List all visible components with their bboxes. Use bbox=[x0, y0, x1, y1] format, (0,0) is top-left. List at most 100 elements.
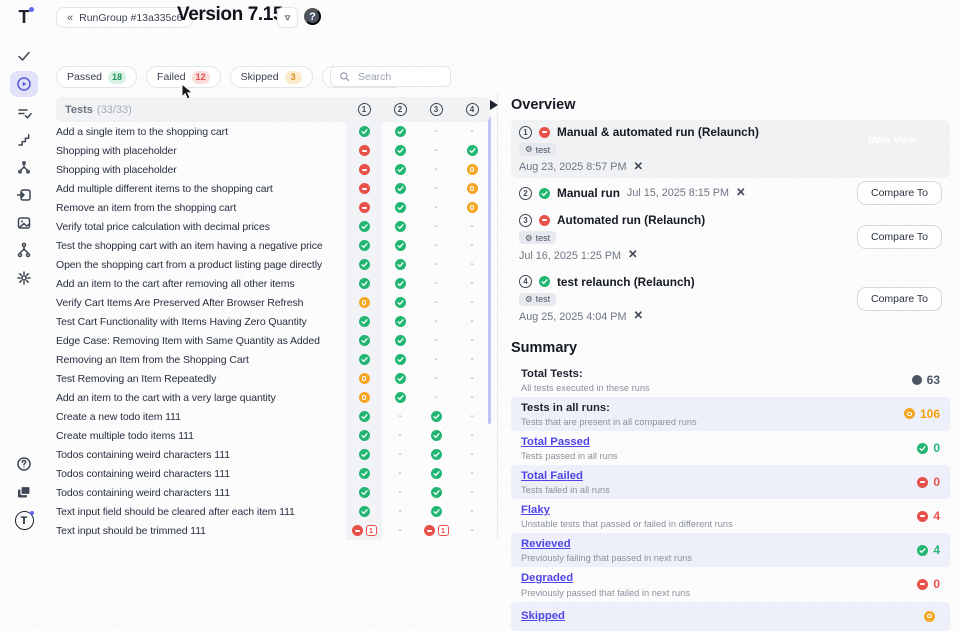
compare-to-button[interactable]: Compare To bbox=[857, 181, 942, 205]
column-header-run-2[interactable]: 2 bbox=[382, 103, 418, 116]
filter-button[interactable] bbox=[277, 7, 298, 28]
compare-to-button[interactable]: Compare To bbox=[857, 287, 942, 311]
close-run-icon[interactable]: ✕ bbox=[628, 250, 638, 262]
test-status-cell bbox=[382, 392, 418, 403]
status-failed-icon bbox=[917, 477, 928, 488]
test-status-cell bbox=[382, 335, 418, 346]
close-run-icon[interactable]: ✕ bbox=[736, 188, 746, 200]
summary-row-text: Tests in all runs:Tests that are present… bbox=[521, 401, 697, 427]
test-row[interactable]: Remove an item from the shopping cart- bbox=[56, 198, 490, 217]
test-row[interactable]: Todos containing weird characters 111-- bbox=[56, 483, 490, 502]
test-row[interactable]: Create multiple todo items 111-- bbox=[56, 426, 490, 445]
test-name: Todos containing weird characters 111 bbox=[56, 468, 346, 480]
run-number-badge: 1 bbox=[519, 126, 532, 139]
test-row[interactable]: Test Removing an Item Repeatedly-- bbox=[56, 369, 490, 388]
summary-link[interactable]: Total Passed bbox=[521, 435, 618, 449]
summary-link[interactable]: Degraded bbox=[521, 571, 690, 585]
close-run-icon[interactable]: ✕ bbox=[633, 162, 643, 174]
sidebar-item-image[interactable] bbox=[10, 211, 38, 235]
sidebar-item-help[interactable] bbox=[10, 452, 38, 476]
run-item[interactable]: 4test relaunch (Relaunch)⚙testAug 25, 20… bbox=[511, 270, 950, 328]
test-row[interactable]: Add a single item to the shopping cart-- bbox=[56, 122, 490, 141]
test-row[interactable]: Add multiple different items to the shop… bbox=[56, 179, 490, 198]
test-status-cell: - bbox=[454, 298, 490, 308]
test-row[interactable]: Removing an Item from the Shopping Cart-… bbox=[56, 350, 490, 369]
summary-link[interactable]: Revieved bbox=[521, 537, 692, 551]
test-status-cell bbox=[346, 259, 382, 270]
run-tag: ⚙test bbox=[519, 143, 556, 156]
status-none-dash: - bbox=[398, 412, 401, 422]
sidebar-item-runs[interactable] bbox=[10, 71, 38, 97]
filter-chip-failed[interactable]: Failed12 bbox=[146, 66, 221, 88]
filter-chip-label: Passed bbox=[67, 71, 102, 83]
close-run-icon[interactable]: ✕ bbox=[633, 311, 643, 323]
summary-link[interactable]: Skipped bbox=[521, 609, 565, 623]
filter-chip-skipped[interactable]: Skipped3 bbox=[230, 66, 313, 88]
sidebar-item-branch[interactable] bbox=[10, 238, 38, 262]
search-input[interactable] bbox=[356, 70, 436, 84]
sidebar-item-list-check[interactable] bbox=[10, 101, 38, 125]
summary-row-text: Total PassedTests passed in all runs bbox=[521, 435, 618, 461]
test-row[interactable]: Add an item to the cart after removing a… bbox=[56, 274, 490, 293]
run-item[interactable]: 2Manual runJul 15, 2025 8:15 PM✕Compare … bbox=[511, 181, 950, 205]
settings-icon bbox=[16, 270, 32, 286]
test-status-cell bbox=[346, 335, 382, 346]
summary-link[interactable]: Total Failed bbox=[521, 469, 610, 483]
test-status-cell bbox=[346, 354, 382, 365]
main-view-ghost-label[interactable]: Main View bbox=[868, 135, 916, 146]
sidebar-item-folders[interactable] bbox=[10, 480, 38, 504]
ring-glyph bbox=[927, 614, 932, 619]
compare-to-button[interactable]: Compare To bbox=[857, 225, 942, 249]
test-status-cell bbox=[382, 164, 418, 175]
test-row[interactable]: Create a new todo item 111-- bbox=[56, 407, 490, 426]
test-row[interactable]: Verify Cart Items Are Preserved After Br… bbox=[56, 293, 490, 312]
sidebar-item-activity[interactable] bbox=[10, 156, 38, 180]
test-row[interactable]: Text input field should be cleared after… bbox=[56, 502, 490, 521]
test-row[interactable]: Todos containing weird characters 111-- bbox=[56, 464, 490, 483]
test-row[interactable]: Shopping with placeholder- bbox=[56, 160, 490, 179]
sidebar-item-check[interactable] bbox=[10, 44, 38, 68]
sidebar-item-steps[interactable] bbox=[10, 128, 38, 152]
test-row[interactable]: Edge Case: Removing Item with Same Quant… bbox=[56, 331, 490, 350]
test-name: Verify Cart Items Are Preserved After Br… bbox=[56, 297, 346, 309]
summary-row-subtitle: Unstable tests that passed or failed in … bbox=[521, 519, 733, 529]
summary-link[interactable]: Flaky bbox=[521, 503, 733, 517]
sidebar-item-settings[interactable] bbox=[10, 266, 38, 290]
comment-bubble-icon[interactable]: 1 bbox=[366, 525, 377, 536]
filter-chip-passed[interactable]: Passed18 bbox=[56, 66, 137, 88]
test-row[interactable]: Test the shopping cart with an item havi… bbox=[56, 236, 490, 255]
test-row[interactable]: Todos containing weird characters 111-- bbox=[56, 445, 490, 464]
column-header-run-3[interactable]: 3 bbox=[418, 103, 454, 116]
help-button[interactable]: ? bbox=[304, 8, 321, 25]
test-row[interactable]: Text input should be trimmed 1111-1- bbox=[56, 521, 490, 540]
status-none-dash: - bbox=[434, 298, 437, 308]
run-item[interactable]: 3Automated run (Relaunch)⚙testJul 16, 20… bbox=[511, 208, 950, 266]
back-to-rungroup-button[interactable]: « RunGroup #13a335c6 bbox=[56, 7, 193, 28]
column-header-run-4[interactable]: 4 bbox=[454, 103, 490, 116]
status-passed-icon bbox=[395, 316, 406, 327]
sidebar-item-import[interactable] bbox=[10, 183, 38, 207]
test-status-cell bbox=[346, 487, 382, 498]
test-row[interactable]: Verify total price calculation with deci… bbox=[56, 217, 490, 236]
test-row[interactable]: Add an item to the cart with a very larg… bbox=[56, 388, 490, 407]
app-logo[interactable]: T bbox=[19, 8, 30, 26]
test-status-cell bbox=[454, 164, 490, 175]
test-row[interactable]: Open the shopping cart from a product li… bbox=[56, 255, 490, 274]
status-none-dash: - bbox=[398, 431, 401, 441]
user-avatar[interactable]: T bbox=[15, 511, 34, 530]
status-failed-icon bbox=[917, 511, 928, 522]
run-item[interactable]: 1Manual & automated run (Relaunch)⚙testA… bbox=[511, 120, 950, 178]
test-row[interactable]: Test Cart Functionality with Items Havin… bbox=[56, 312, 490, 331]
test-row[interactable]: Shopping with placeholder- bbox=[56, 141, 490, 160]
status-passed-icon bbox=[359, 449, 370, 460]
collapse-panel-icon[interactable] bbox=[490, 100, 498, 110]
comment-bubble-icon[interactable]: 1 bbox=[438, 525, 449, 536]
status-failed-icon bbox=[539, 215, 550, 226]
search-box[interactable] bbox=[330, 66, 451, 87]
test-status-cell: - bbox=[382, 526, 418, 536]
column-header-run-1[interactable]: 1 bbox=[346, 103, 382, 116]
status-passed-icon bbox=[395, 278, 406, 289]
test-status-cell bbox=[418, 487, 454, 498]
test-status-cell: - bbox=[454, 127, 490, 137]
status-passed-icon bbox=[539, 276, 550, 287]
